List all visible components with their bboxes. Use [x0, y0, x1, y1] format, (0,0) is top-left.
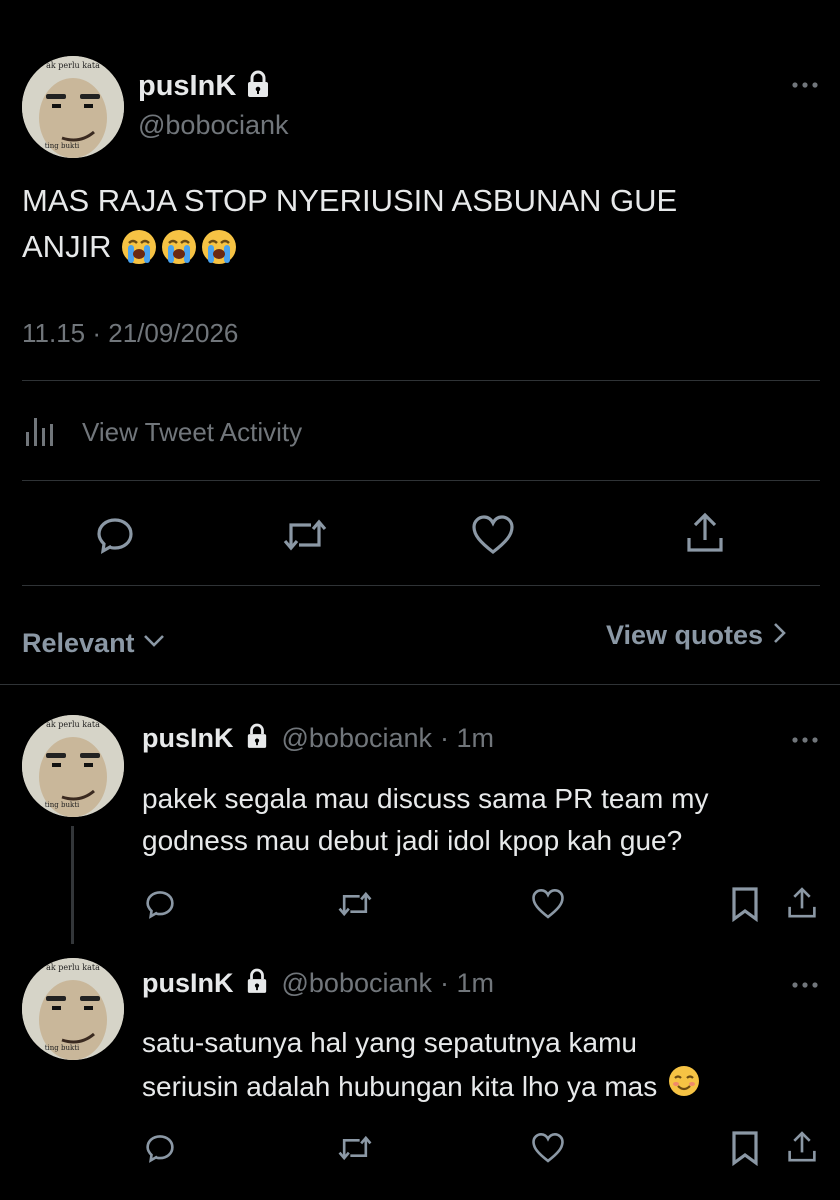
- reply-1-text: pakek segala mau discuss sama PR team my…: [142, 778, 708, 862]
- retweet-icon: [283, 519, 327, 551]
- divider: [22, 380, 820, 381]
- share-button[interactable]: [782, 1126, 822, 1168]
- sort-label[interactable]: Relevant: [22, 628, 135, 659]
- lock-icon: [246, 70, 270, 103]
- reply-1-header[interactable]: pusInK @bobociank · 1m: [142, 720, 494, 756]
- reply-2-text: satu-satunya hal yang sepatutnya kamu se…: [142, 1022, 701, 1110]
- avatar-reply-1[interactable]: ak perlu kata ting bukti: [22, 715, 124, 817]
- share-icon: [788, 887, 816, 918]
- avatar-main[interactable]: ak perlu kata ting bukti: [22, 56, 124, 158]
- main-handle[interactable]: @bobociank: [138, 110, 289, 141]
- main-author-line[interactable]: pusInK: [138, 68, 270, 104]
- reply-text-line2: godness mau debut jadi idol kpop kah gue…: [142, 825, 683, 856]
- main-display-name[interactable]: pusInK: [138, 70, 236, 103]
- sort-dropdown[interactable]: Relevant: [22, 628, 165, 659]
- chevron-down-icon: [143, 634, 165, 653]
- reply-text-line1: pakek segala mau discuss sama PR team my: [142, 783, 709, 814]
- more-icon[interactable]: [790, 78, 820, 90]
- retweet-icon: [338, 1135, 372, 1161]
- avatar-caption-top: ak perlu kata: [46, 720, 100, 729]
- reply-time[interactable]: · 1m: [440, 968, 494, 999]
- reply-button[interactable]: [140, 884, 180, 924]
- reply-time[interactable]: · 1m: [440, 723, 494, 754]
- reply-2-header[interactable]: pusInK @bobociank · 1m: [142, 965, 494, 1001]
- bookmark-icon: [732, 887, 758, 922]
- like-button[interactable]: [528, 1128, 568, 1168]
- main-tweet-text: MAS RAJA STOP NYERIUSIN ASBUNAN GUE ANJI…: [22, 178, 812, 270]
- lock-icon: [246, 968, 268, 999]
- bookmark-button[interactable]: [725, 884, 765, 924]
- smiling-emoji-icon: [667, 1064, 701, 1110]
- share-button[interactable]: [782, 882, 822, 924]
- activity-label[interactable]: View Tweet Activity: [82, 417, 302, 448]
- bookmark-button[interactable]: [725, 1128, 765, 1168]
- reply-icon: [146, 891, 174, 919]
- reply-handle[interactable]: @bobociank: [282, 723, 433, 754]
- divider: [22, 480, 820, 481]
- reply-icon: [97, 518, 133, 555]
- thread-line: [71, 826, 74, 944]
- more-icon[interactable]: [790, 978, 820, 990]
- avatar-caption-bottom: ting bukti: [45, 801, 80, 809]
- share-icon: [687, 512, 723, 552]
- avatar-caption-top: ak perlu kata: [46, 61, 100, 70]
- reply-display-name[interactable]: pusInK: [142, 723, 234, 754]
- divider: [0, 684, 840, 685]
- reply-text-line2: seriusin adalah hubungan kita lho ya mas: [142, 1071, 658, 1102]
- view-tweet-activity[interactable]: View Tweet Activity: [22, 412, 302, 452]
- bookmark-icon: [732, 1131, 758, 1166]
- chevron-right-icon: [773, 622, 787, 649]
- reply-icon: [146, 1135, 174, 1163]
- heart-icon: [532, 888, 564, 919]
- reply-button[interactable]: [140, 1128, 180, 1168]
- retweet-button[interactable]: [333, 884, 377, 924]
- like-button[interactable]: [528, 884, 568, 924]
- reply-handle[interactable]: @bobociank: [282, 968, 433, 999]
- retweet-button[interactable]: [280, 510, 330, 560]
- view-quotes-link[interactable]: View quotes: [606, 620, 787, 651]
- share-icon: [788, 1131, 816, 1162]
- main-tweet-text-line1: MAS RAJA STOP NYERIUSIN ASBUNAN GUE: [22, 183, 678, 218]
- reply-button[interactable]: [90, 510, 140, 560]
- crying-emoji-icon: [120, 228, 238, 266]
- retweet-button[interactable]: [333, 1128, 377, 1168]
- like-button[interactable]: [468, 510, 518, 560]
- avatar-caption-bottom: ting bukti: [45, 142, 80, 150]
- more-icon[interactable]: [790, 733, 820, 745]
- divider: [22, 585, 820, 586]
- avatar-caption-top: ak perlu kata: [46, 963, 100, 972]
- avatar-reply-2[interactable]: ak perlu kata ting bukti: [22, 958, 124, 1060]
- reply-display-name[interactable]: pusInK: [142, 968, 234, 999]
- heart-icon: [532, 1132, 564, 1163]
- reply-text-line1: satu-satunya hal yang sepatutnya kamu: [142, 1027, 637, 1058]
- retweet-icon: [338, 891, 372, 917]
- view-quotes-label[interactable]: View quotes: [606, 620, 763, 651]
- heart-icon: [472, 515, 514, 555]
- activity-chart-icon: [22, 410, 62, 455]
- avatar-caption-bottom: ting bukti: [45, 1044, 80, 1052]
- share-button[interactable]: [680, 508, 730, 558]
- lock-icon: [246, 723, 268, 754]
- main-timestamp[interactable]: 11.15 · 21/09/2026: [22, 318, 238, 349]
- main-tweet-text-line2: ANJIR: [22, 229, 112, 264]
